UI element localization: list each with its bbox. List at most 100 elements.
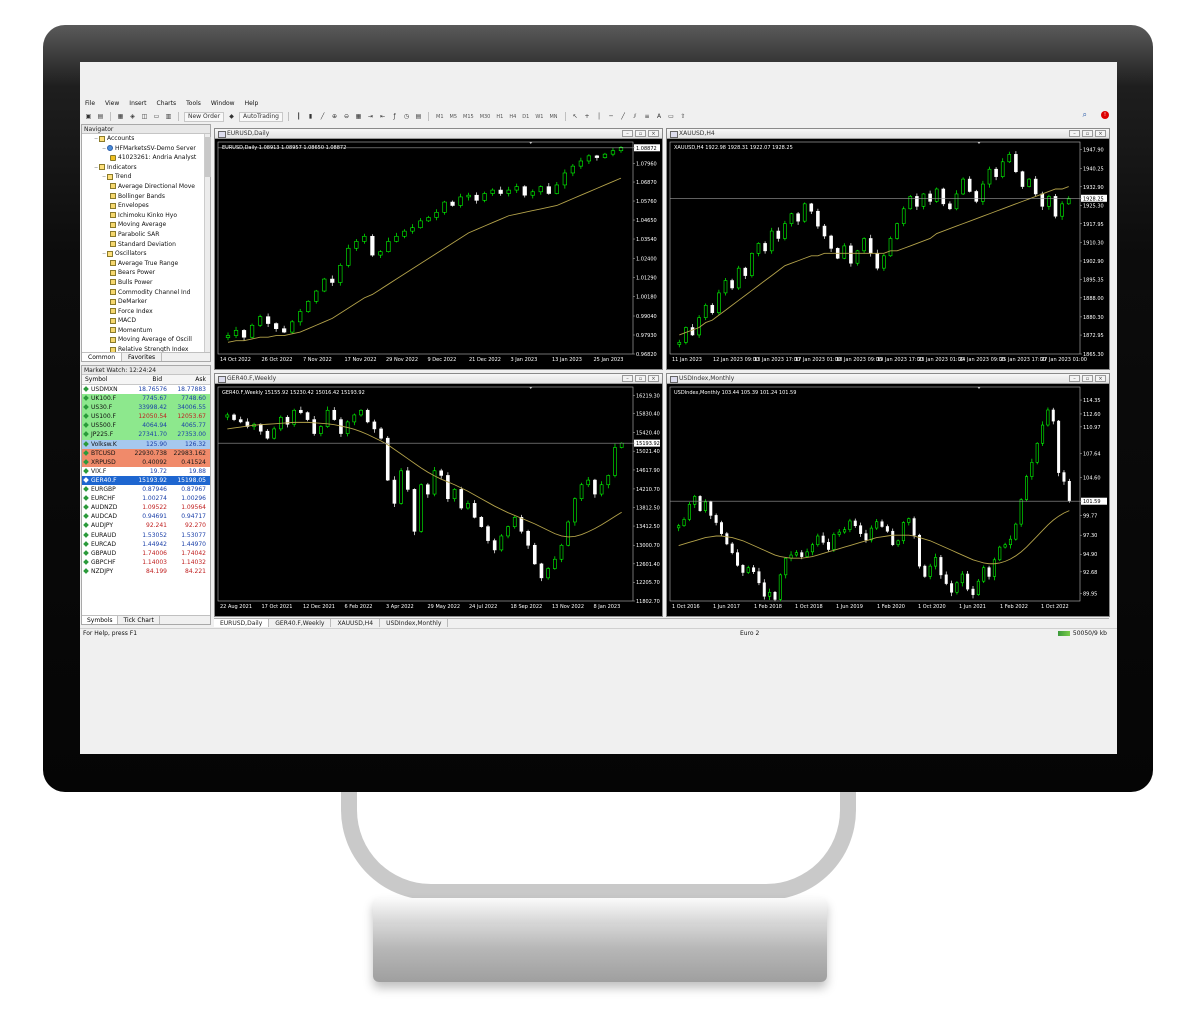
chart-window-ger40[interactable]: GER40.F,Weekly – ▫ × 16219.30 15830.40 15420.4… (214, 373, 663, 617)
line-chart-icon[interactable]: ╱ (318, 112, 327, 122)
data-window-icon[interactable]: ◈ (128, 112, 137, 122)
chart-area[interactable]: 1947.90 1940.25 1932.90 1928.25 1925.30 1917.… (667, 139, 1109, 367)
chart-window-xauusd[interactable]: XAUUSD,H4 – ▫ × 1947.90 1940.25 1932.90 1928.25… (666, 128, 1110, 370)
maximize-icon[interactable]: ▫ (1082, 375, 1093, 382)
timeframe-w1[interactable]: W1 (533, 114, 545, 120)
crosshair-icon[interactable]: + (583, 112, 592, 122)
navigator-item[interactable]: − Trend (82, 172, 210, 182)
navigator-item[interactable]: Envelopes (82, 201, 210, 211)
bar-chart-icon[interactable]: ┃ (294, 112, 303, 122)
chart-shift-icon[interactable]: ⇤ (378, 112, 387, 122)
market-watch-icon[interactable]: ▦ (116, 112, 125, 122)
market-watch-row[interactable]: USDMXN 18.76576 18.77883 (82, 385, 210, 395)
minimize-icon[interactable]: – (1069, 130, 1080, 137)
new-order-button[interactable]: New Order (184, 111, 225, 122)
market-watch-row[interactable]: BTCUSD 22930.738 22983.162 (82, 448, 210, 458)
chart-area[interactable]: 1.08872 1.07960 1.06870 1.05760 1.04650 1.035… (215, 139, 662, 367)
navigator-item[interactable]: 41023261: Andria Analyst (82, 153, 210, 163)
chart-window-title[interactable]: USDIndex,Monthly – ▫ × (667, 374, 1109, 384)
navigator-item[interactable]: Commodity Channel Ind (82, 288, 210, 298)
navigator-item[interactable]: Parabolic SAR (82, 230, 210, 240)
symbol-header[interactable]: Symbol (82, 375, 122, 384)
menu-item-charts[interactable]: Charts (152, 98, 182, 109)
arrows-icon[interactable]: ⇧ (679, 112, 688, 122)
chart-area[interactable]: 16219.30 15830.40 15420.40 15193.92 15021.40… (215, 384, 662, 614)
navigator-item[interactable]: Moving Average of Oscill (82, 335, 210, 345)
vertical-line-icon[interactable]: │ (595, 112, 604, 122)
chart-window-title[interactable]: EURUSD,Daily – ▫ × (215, 129, 662, 139)
terminal-icon[interactable]: ▭ (152, 112, 161, 122)
notification-icon[interactable]: ! (1101, 111, 1109, 119)
menu-item-help[interactable]: Help (240, 98, 264, 109)
navigator-item[interactable]: Force Index (82, 307, 210, 317)
text-icon[interactable]: A (655, 112, 664, 122)
menu-item-window[interactable]: Window (206, 98, 240, 109)
minimize-icon[interactable]: – (1069, 375, 1080, 382)
chart-canvas[interactable]: 1.08872 1.07960 1.06870 1.05760 1.04650 1.035… (215, 139, 660, 367)
periods-icon[interactable]: ◷ (402, 112, 411, 122)
navigator-item[interactable]: DeMarker (82, 297, 210, 307)
navigator-item[interactable]: Bulls Power (82, 278, 210, 288)
minimize-icon[interactable]: – (622, 130, 633, 137)
navigator-item[interactable]: − Indicators (82, 163, 210, 173)
autoscroll-icon[interactable]: ⇥ (366, 112, 375, 122)
tile-windows-icon[interactable]: ▦ (354, 112, 363, 122)
chart-window-usdindex[interactable]: USDIndex,Monthly – ▫ × 114.35 112.60 110.97 107… (666, 373, 1110, 617)
market-watch-row[interactable]: EURAUD 1.53052 1.53077 (82, 530, 210, 540)
market-watch-row[interactable]: EURCHF 1.00274 1.00296 (82, 494, 210, 504)
market-watch-row[interactable]: GBPAUD 1.74006 1.74042 (82, 548, 210, 558)
navigator-scrollbar[interactable] (204, 134, 211, 354)
indicators-icon[interactable]: ƒ (390, 112, 399, 122)
maximize-icon[interactable]: ▫ (1082, 130, 1093, 137)
navigator-item[interactable]: Average Directional Move (82, 182, 210, 192)
close-icon[interactable]: × (648, 130, 659, 137)
chart-window-eurusd[interactable]: EURUSD,Daily – ▫ × 1.08872 1.07960 1.06870 1.05… (214, 128, 663, 370)
market-watch-row[interactable]: GBPCHF 1.14003 1.14032 (82, 557, 210, 567)
zoom-out-icon[interactable]: ⊖ (342, 112, 351, 122)
close-icon[interactable]: × (1095, 130, 1106, 137)
minimize-icon[interactable]: – (622, 375, 633, 382)
cursor-icon[interactable]: ↖ (571, 112, 580, 122)
templates-icon[interactable]: ▤ (414, 112, 423, 122)
ask-header[interactable]: Ask (166, 375, 210, 384)
close-icon[interactable]: × (648, 375, 659, 382)
market-watch-tab-symbols[interactable]: Symbols (82, 616, 119, 624)
navigator-item[interactable]: Momentum (82, 326, 210, 336)
chart-tab[interactable]: XAUUSD,H4 (331, 619, 381, 627)
zoom-in-icon[interactable]: ⊕ (330, 112, 339, 122)
navigator-item[interactable]: Relative Strength Index (82, 345, 210, 352)
chart-window-title[interactable]: GER40.F,Weekly – ▫ × (215, 374, 662, 384)
market-watch-row[interactable]: UK100.F 7745.67 7748.60 (82, 394, 210, 404)
maximize-icon[interactable]: ▫ (635, 375, 646, 382)
chart-canvas[interactable]: 1947.90 1940.25 1932.90 1928.25 1925.30 1917.… (667, 139, 1107, 367)
bid-header[interactable]: Bid (122, 375, 166, 384)
market-watch-row[interactable]: US100.F 12050.54 12053.67 (82, 412, 210, 422)
fibonacci-icon[interactable]: ≡ (643, 112, 652, 122)
market-watch-row[interactable]: Volksw.K 125.90 126.32 (82, 439, 210, 449)
candlestick-icon[interactable]: ▮ (306, 112, 315, 122)
close-icon[interactable]: × (1095, 375, 1106, 382)
chart-tab[interactable]: USDIndex,Monthly (380, 619, 449, 627)
chart-tab[interactable]: EURUSD,Daily (214, 619, 270, 627)
market-watch-row[interactable]: AUDJPY 92.241 92.270 (82, 521, 210, 531)
navigator-item[interactable]: Standard Deviation (82, 240, 210, 250)
navigator-item[interactable]: Bears Power (82, 268, 210, 278)
market-watch-row[interactable]: US500.F 4064.94 4065.77 (82, 421, 210, 431)
market-watch-row[interactable]: EURGBP 0.87946 0.87967 (82, 485, 210, 495)
market-watch-row[interactable]: US30.F 33998.42 34006.55 (82, 403, 210, 413)
timeframe-d1[interactable]: D1 (520, 114, 531, 120)
timeframe-m15[interactable]: M15 (461, 114, 476, 120)
navigator-tab-common[interactable]: Common (82, 353, 123, 361)
navigator-item[interactable]: − Oscillators (82, 249, 210, 259)
horizontal-line-icon[interactable]: ─ (607, 112, 616, 122)
market-watch-tab-tick-chart[interactable]: Tick Chart (118, 616, 160, 624)
trendline-icon[interactable]: ╱ (619, 112, 628, 122)
navigator-item[interactable]: Moving Average (82, 220, 210, 230)
timeframe-h1[interactable]: H1 (494, 114, 505, 120)
market-watch-row[interactable]: VIX.F 19.72 19.88 (82, 466, 210, 476)
navigator-item[interactable]: − Accounts (82, 134, 210, 144)
menu-item-insert[interactable]: Insert (124, 98, 151, 109)
market-watch-row[interactable]: EURCAD 1.44942 1.44970 (82, 539, 210, 549)
navigator-item[interactable]: Average True Range (82, 259, 210, 269)
new-chart-icon[interactable]: ▣ (84, 112, 93, 122)
